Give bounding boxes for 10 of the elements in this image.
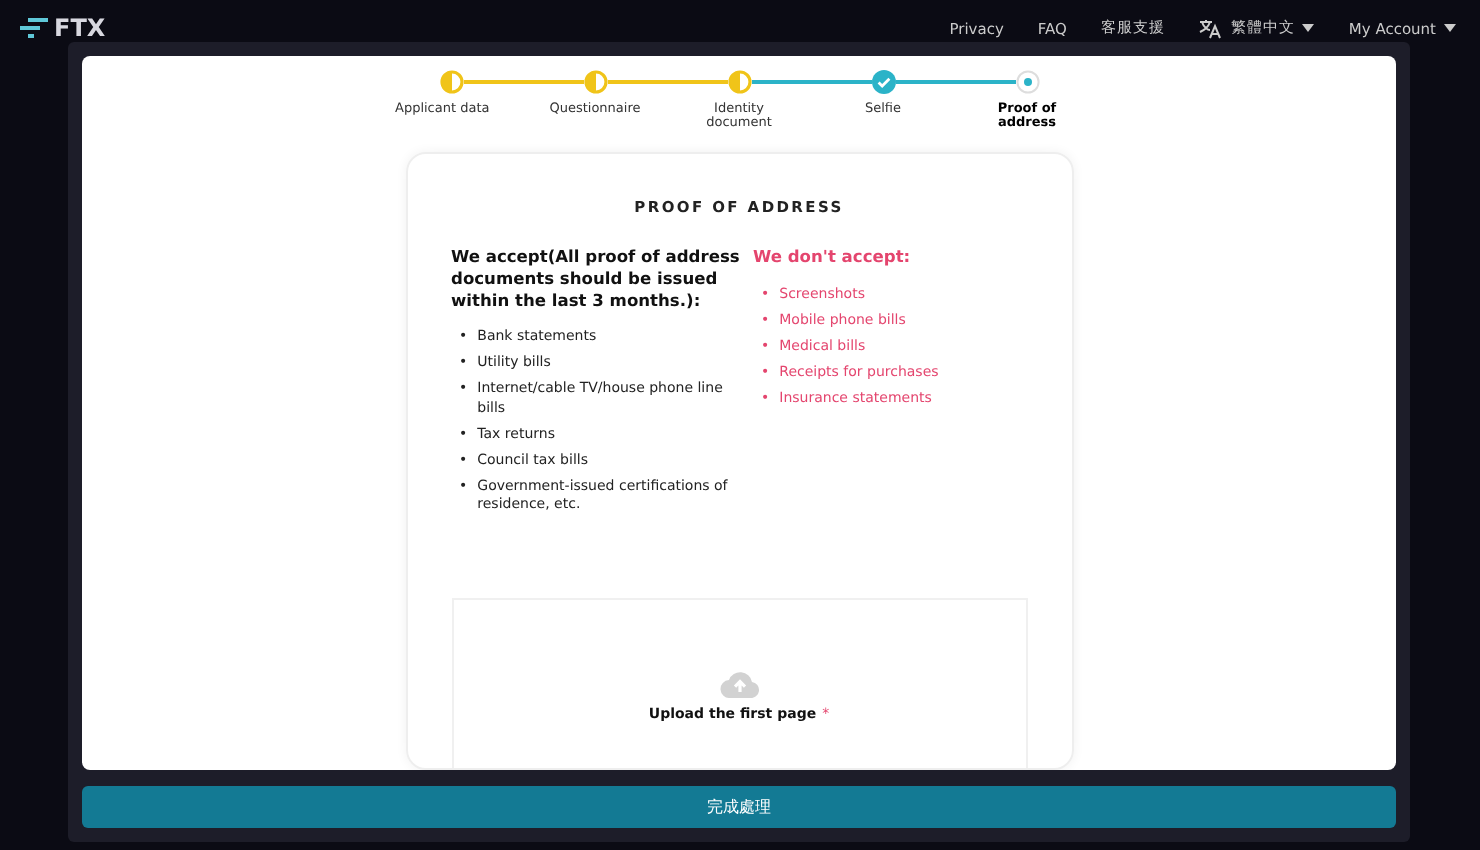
- caret-icon: [1302, 24, 1315, 32]
- submit-button[interactable]: 完成處理: [82, 786, 1396, 828]
- logo-text: FTX: [54, 14, 106, 42]
- logo-icon: [20, 18, 48, 38]
- accept-heading: We accept(All proof of address documents should be issued within the last 3 months.):: [451, 245, 741, 311]
- reject-heading: We don't accept:: [753, 245, 913, 266]
- caret-icon: [1444, 24, 1456, 32]
- translate-icon: [1198, 17, 1223, 39]
- cloud-upload-icon: [719, 668, 759, 699]
- logo[interactable]: FTX: [20, 14, 106, 42]
